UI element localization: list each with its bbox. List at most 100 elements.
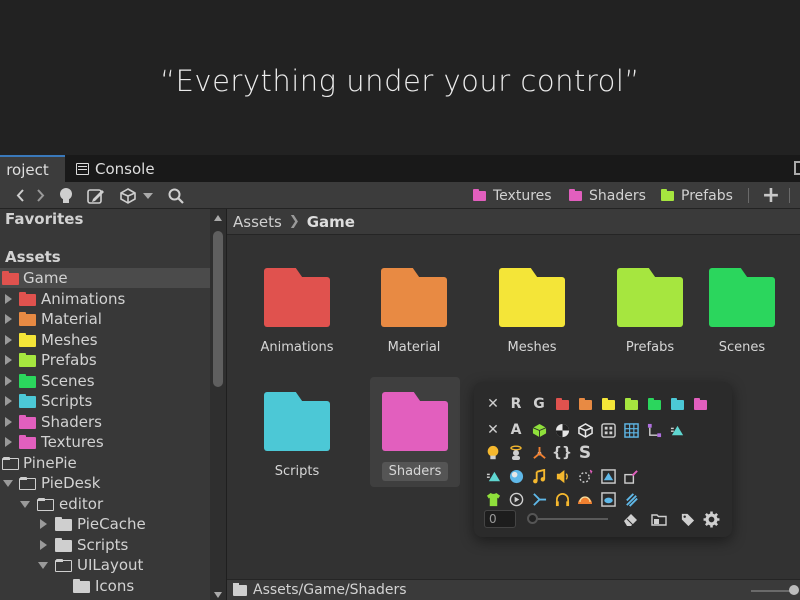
shader-s-icon[interactable]: S [576,443,594,463]
tree-favorites-header[interactable]: Favorites [0,209,210,229]
color-swatch-green[interactable] [645,395,663,413]
material-ball-icon[interactable] [553,421,571,439]
tree-assets-header[interactable]: Assets [0,247,210,267]
dropdown-caret-icon[interactable] [141,182,155,209]
expand-arrow-icon[interactable] [2,330,14,350]
sprite-image-icon[interactable] [599,467,617,485]
favorite-chip-shaders[interactable]: Shaders [569,182,646,209]
icon-size-slider[interactable] [532,518,608,520]
grid-folder-scripts[interactable]: Scripts [238,373,356,483]
color-swatch-orange[interactable] [576,395,594,413]
unity-logo-icon[interactable] [576,421,594,439]
expand-arrow-icon[interactable] [2,371,14,391]
cloud-image-icon[interactable] [599,490,617,508]
collapse-arrow-icon[interactable] [19,494,31,514]
grid-layout-icon[interactable] [599,421,617,439]
zoom-slider-knob[interactable] [789,585,799,595]
gradient-icon[interactable]: G [530,395,548,413]
eraser-icon[interactable] [622,510,640,528]
color-swatch-lime[interactable] [622,395,640,413]
tree-item-icons[interactable]: Icons [0,576,210,596]
taco-icon[interactable] [576,490,594,508]
grid-folder-shaders[interactable]: Shaders [370,377,460,487]
tree-item-shaders[interactable]: Shaders [0,412,210,432]
gear-icon[interactable] [702,510,720,528]
prefab-person-icon[interactable] [507,444,525,462]
music-note-icon[interactable] [530,467,548,485]
sprite-shape-icon[interactable] [484,467,502,485]
tag-icon[interactable] [678,510,696,528]
expand-arrow-icon[interactable] [2,432,14,452]
color-swatch-cyan[interactable] [668,395,686,413]
lightbulb-icon[interactable] [484,444,502,462]
tree-item-piedesk[interactable]: PieDesk [0,473,210,493]
clear-color-icon[interactable]: ✕ [484,395,502,413]
color-swatch-yellow[interactable] [599,395,617,413]
folder-move-icon[interactable] [650,510,668,528]
tshirt-icon[interactable] [484,490,502,508]
tab-console[interactable]: Console [76,155,155,182]
tree-item-uilayout[interactable]: UILayout [0,555,210,575]
sprite-edit-icon[interactable] [622,467,640,485]
scrollbar-thumb[interactable] [213,231,223,387]
chevron-right-icon[interactable] [32,182,48,209]
breadcrumb-game[interactable]: Game [307,213,355,231]
headphones-icon[interactable] [553,490,571,508]
script-braces-icon[interactable]: {} [552,444,572,462]
font-icon[interactable]: A [507,421,525,439]
tree-item-prefabs[interactable]: Prefabs [0,350,210,370]
grid-folder-animations[interactable]: Animations [238,249,356,359]
collapse-arrow-icon[interactable] [2,473,14,493]
reset-icon[interactable]: R [507,395,525,413]
breadcrumb-assets[interactable]: Assets [233,213,282,231]
expand-arrow-icon[interactable] [2,391,14,411]
clear-icon-icon[interactable]: ✕ [484,421,502,439]
collapse-arrow-icon[interactable] [37,555,49,575]
bone-rig-icon[interactable] [645,421,663,439]
sprite-shape-icon[interactable] [668,421,686,439]
add-icon[interactable]: + [760,182,782,209]
tree-item-textures[interactable]: Textures [0,432,210,452]
tree-item-scenes[interactable]: Scenes [0,371,210,391]
animator-icon[interactable] [530,490,548,508]
tree-item-editor-scripts[interactable]: Scripts [0,535,210,555]
tilemap-icon[interactable] [622,421,640,439]
panel-menu-icon[interactable] [794,161,800,175]
pencil-icon[interactable] [85,182,107,209]
tree-item-editor[interactable]: editor [0,494,210,514]
grid-folder-material[interactable]: Material [355,249,473,359]
scroll-down-icon[interactable] [214,592,222,598]
scroll-up-icon[interactable] [214,215,222,221]
tab-project[interactable]: roject [0,155,65,182]
search-icon[interactable] [166,182,186,209]
tree-item-animations[interactable]: Animations [0,289,210,309]
tree-item-pinepie[interactable]: PinePie [0,453,210,473]
expand-arrow-icon[interactable] [2,309,14,329]
expand-arrow-icon[interactable] [37,514,49,534]
icon-size-field[interactable]: 0 [484,510,516,528]
chevron-left-icon[interactable] [12,182,28,209]
grid-folder-scenes[interactable]: Scenes [683,249,800,359]
icon-size-slider-knob[interactable] [527,513,538,524]
zoom-slider[interactable] [751,590,793,592]
particle-icon[interactable] [576,467,594,485]
expand-arrow-icon[interactable] [2,289,14,309]
tree-item-material[interactable]: Material [0,309,210,329]
rig-joints-icon[interactable] [530,444,548,462]
speaker-icon[interactable] [553,467,571,485]
play-circle-icon[interactable] [507,490,525,508]
stripes-icon[interactable] [622,490,640,508]
tree-item-meshes[interactable]: Meshes [0,330,210,350]
unity-package-icon[interactable] [118,182,138,209]
favorite-chip-prefabs[interactable]: Prefabs [661,182,733,209]
globe-icon[interactable] [507,467,525,485]
expand-arrow-icon[interactable] [37,535,49,555]
tree-scrollbar[interactable] [210,209,226,600]
color-swatch-pink[interactable] [691,395,709,413]
tree-item-game[interactable]: Game [0,268,210,288]
tree-item-scripts[interactable]: Scripts [0,391,210,411]
tree-item-piecache[interactable]: PieCache [0,514,210,534]
expand-arrow-icon[interactable] [2,350,14,370]
color-swatch-red[interactable] [553,395,571,413]
favorite-chip-textures[interactable]: Textures [473,182,552,209]
